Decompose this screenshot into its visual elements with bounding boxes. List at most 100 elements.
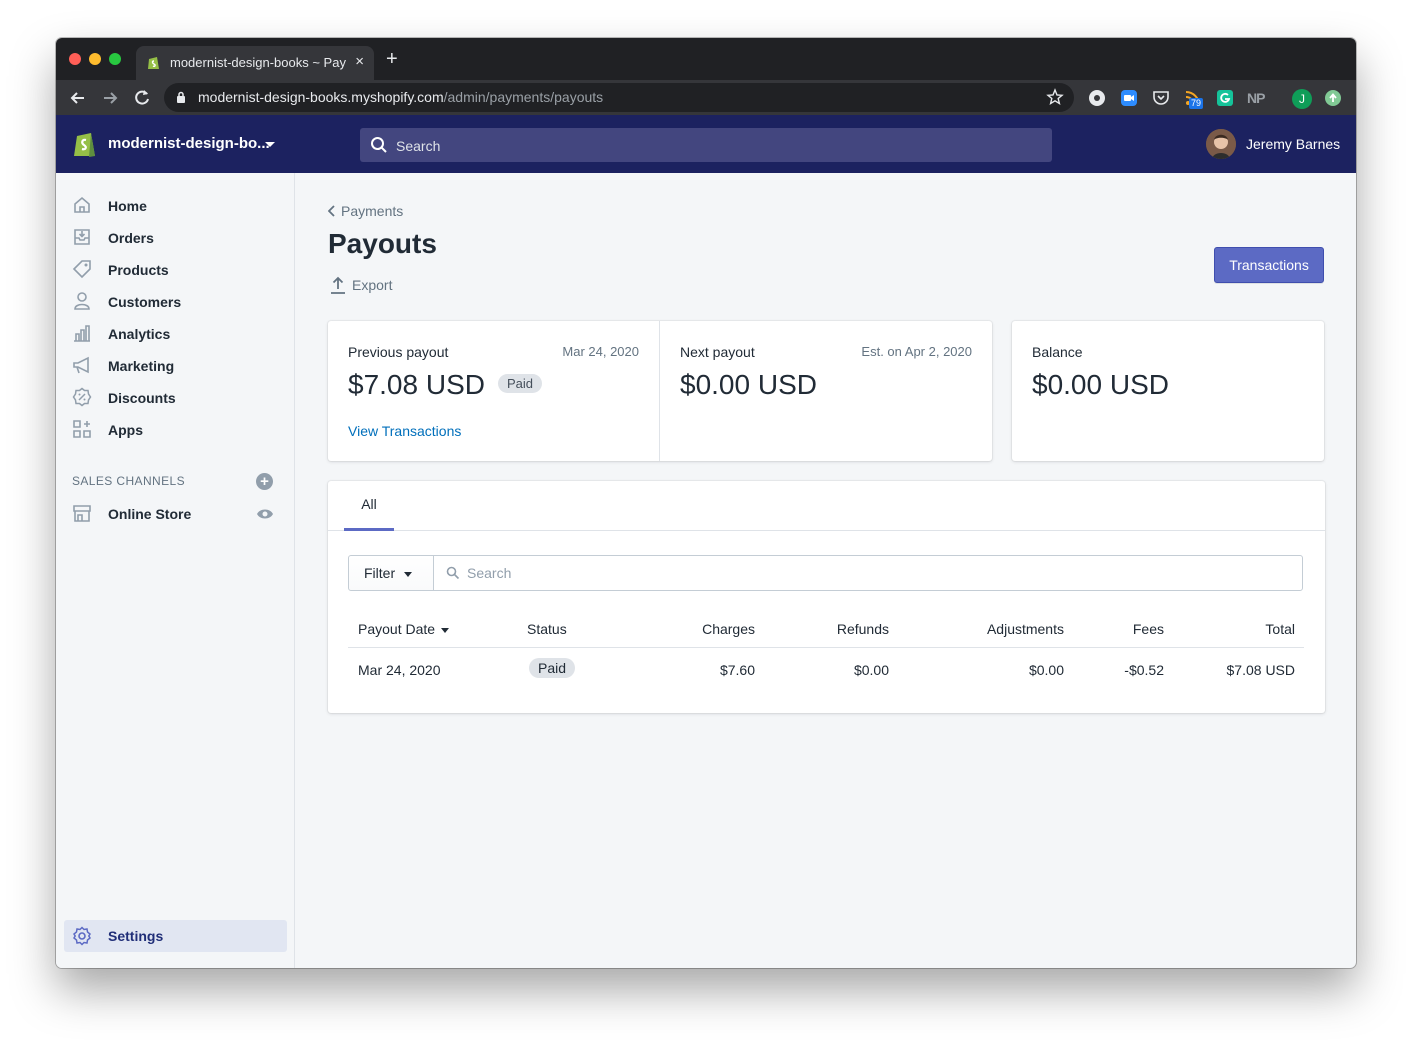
store-name[interactable]: modernist-design-bo... <box>108 135 270 152</box>
zoom-extension-icon[interactable] <box>1120 89 1138 107</box>
password-manager-extension-icon[interactable] <box>1088 89 1106 107</box>
eye-icon[interactable] <box>256 507 274 521</box>
balance-section: Balance $0.00 USD <box>1012 321 1324 461</box>
sidebar-item-discounts[interactable]: Discounts <box>56 382 295 414</box>
payouts-search-input[interactable]: Search <box>433 555 1303 591</box>
balance-card: Balance $0.00 USD <box>1012 321 1324 461</box>
table-divider <box>348 647 1304 648</box>
balance-amount: $0.00 USD <box>1032 369 1169 400</box>
admin-search-input[interactable]: Search <box>360 128 1052 162</box>
search-icon <box>371 137 387 153</box>
sidebar-item-label: Marketing <box>108 358 175 374</box>
breadcrumb-label: Payments <box>341 203 404 219</box>
sidebar-item-label: Customers <box>108 294 182 310</box>
cell-total: $7.08 USD <box>1226 662 1295 678</box>
sidebar-item-label: Products <box>108 262 169 278</box>
sidebar-item-customers[interactable]: Customers <box>56 286 295 318</box>
next-payout-date: Est. on Apr 2, 2020 <box>861 344 972 359</box>
payout-summary-card: Previous payout Mar 24, 2020 $7.08 USD P… <box>328 321 992 461</box>
sidebar-item-label: Online Store <box>108 506 192 522</box>
cell-refunds: $0.00 <box>853 662 889 678</box>
pocket-extension-icon[interactable] <box>1152 89 1170 107</box>
np-extension-icon[interactable]: NP <box>1247 90 1265 106</box>
column-header-refunds: Refunds <box>836 621 889 637</box>
column-header-total: Total <box>1265 621 1295 637</box>
payout-date-link[interactable]: Mar 24, 2020 <box>358 662 441 678</box>
minimize-window-button[interactable] <box>89 53 101 65</box>
admin-sidebar: Home Orders Products Customers Analytics… <box>56 173 295 968</box>
upload-extension-icon[interactable] <box>1324 89 1342 107</box>
user-photo-icon <box>1206 129 1236 159</box>
close-window-button[interactable] <box>69 53 81 65</box>
sidebar-item-label: Orders <box>108 230 154 246</box>
column-header-payout-date[interactable]: Payout Date <box>358 621 450 637</box>
tab-close-icon[interactable]: × <box>355 53 364 70</box>
view-transactions-link[interactable]: View Transactions <box>348 423 461 439</box>
back-arrow-icon[interactable] <box>67 87 89 109</box>
maximize-window-button[interactable] <box>109 53 121 65</box>
megaphone-icon <box>73 356 89 374</box>
filter-button[interactable]: Filter <box>348 555 434 591</box>
user-name[interactable]: Jeremy Barnes <box>1246 136 1340 152</box>
browser-tab[interactable]: modernist-design-books ~ Payouts × <box>136 46 374 80</box>
column-header-label: Payout Date <box>358 621 436 637</box>
list-tabs: All <box>328 481 1325 531</box>
next-payout-label: Next payout <box>680 344 755 360</box>
user-avatar[interactable] <box>1206 129 1236 159</box>
address-bar[interactable]: modernist-design-books.myshopify.com/adm… <box>164 83 1074 112</box>
bar-chart-icon <box>74 325 90 342</box>
column-header-status: Status <box>527 621 567 637</box>
url-text: modernist-design-books.myshopify.com/adm… <box>198 89 603 105</box>
sidebar-item-products[interactable]: Products <box>56 254 295 286</box>
next-payout-section: Next payout Est. on Apr 2, 2020 $0.00 US… <box>660 321 992 461</box>
status-badge: Paid <box>498 374 543 393</box>
tag-icon <box>72 260 91 279</box>
home-icon <box>74 196 90 213</box>
search-icon <box>446 566 460 580</box>
cell-charges: $7.60 <box>719 662 755 678</box>
url-path: /admin/payments/payouts <box>443 89 604 105</box>
caret-down-icon <box>404 572 412 577</box>
sidebar-item-orders[interactable]: Orders <box>56 222 295 254</box>
sidebar-item-home[interactable]: Home <box>56 190 295 222</box>
forward-arrow-icon[interactable] <box>99 87 121 109</box>
sidebar-item-label: Home <box>108 198 147 214</box>
tab-title: modernist-design-books ~ Payouts <box>170 55 346 70</box>
sales-channels-title: SALES CHANNELS <box>72 474 185 488</box>
chevron-left-icon <box>328 205 335 217</box>
sidebar-item-apps[interactable]: Apps <box>56 414 295 446</box>
previous-payout-amount: $7.08 USD <box>348 369 485 400</box>
discount-icon <box>72 387 92 407</box>
sidebar-item-settings[interactable]: Settings <box>64 920 287 952</box>
previous-payout-section: Previous payout Mar 24, 2020 $7.08 USD P… <box>328 321 660 461</box>
person-icon <box>74 292 90 310</box>
next-payout-amount: $0.00 USD <box>680 369 817 400</box>
reload-icon[interactable] <box>131 87 153 109</box>
sidebar-item-analytics[interactable]: Analytics <box>56 318 295 350</box>
sidebar-item-marketing[interactable]: Marketing <box>56 350 295 382</box>
url-host: modernist-design-books.myshopify.com <box>198 89 444 105</box>
column-header-charges: Charges <box>702 621 755 637</box>
settings-label: Settings <box>108 928 164 944</box>
store-chevron-down-icon[interactable] <box>265 142 275 147</box>
sidebar-item-label: Analytics <box>108 326 171 342</box>
admin-topbar: modernist-design-bo... Search Jeremy Bar… <box>56 115 1356 173</box>
new-tab-button[interactable]: + <box>386 49 398 69</box>
transactions-button[interactable]: Transactions <box>1214 247 1324 283</box>
shopify-logo-icon <box>74 133 95 157</box>
admin-search-placeholder: Search <box>396 138 441 154</box>
bookmark-star-icon[interactable] <box>1046 88 1064 106</box>
orders-icon <box>74 229 90 245</box>
grammarly-extension-icon[interactable] <box>1216 89 1234 107</box>
add-sales-channel-button[interactable]: + <box>256 473 273 490</box>
browser-toolbar: modernist-design-books.myshopify.com/adm… <box>56 80 1356 115</box>
browser-window: modernist-design-books ~ Payouts × + mod… <box>56 38 1356 968</box>
sidebar-item-label: Apps <box>108 422 143 438</box>
profile-avatar[interactable]: J <box>1292 89 1312 109</box>
rss-badge: 79 <box>1189 98 1204 109</box>
filter-label: Filter <box>364 565 396 581</box>
previous-payout-date: Mar 24, 2020 <box>562 344 639 359</box>
status-badge: Paid <box>529 658 576 678</box>
tab-all[interactable]: All <box>344 481 394 531</box>
sidebar-item-label: Discounts <box>108 390 176 406</box>
